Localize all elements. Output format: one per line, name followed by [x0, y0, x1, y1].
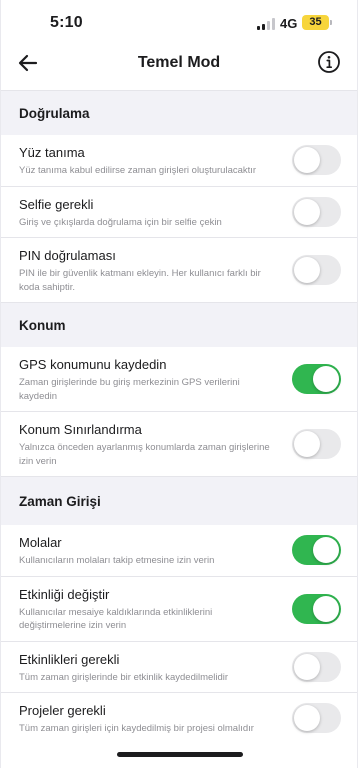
setting-breaks: Molalar Kullanıcıların molaları takip et…	[1, 525, 357, 577]
toggle-knob	[294, 431, 320, 457]
setting-title: Selfie gerekli	[19, 196, 94, 212]
pin-verification-toggle[interactable]	[292, 255, 341, 285]
setting-description: Tüm zaman girişleri için kaydedilmiş bir…	[19, 723, 254, 734]
activities-required-toggle[interactable]	[292, 651, 341, 682]
location-restriction-toggle[interactable]	[292, 429, 341, 459]
setting-location-restriction: Konum Sınırlandırma Yalnızca önceden aya…	[1, 412, 357, 477]
toggle-knob	[294, 653, 320, 680]
selfie-required-toggle[interactable]	[292, 196, 341, 227]
settings-list: Doğrulama Yüz tanıma Yüz tanıma kabul ed…	[1, 91, 357, 744]
setting-title: Projeler gerekli	[19, 703, 106, 718]
setting-change-activity: Etkinliği değiştir Kullanıcılar mesaiye …	[1, 576, 357, 642]
setting-description: Zaman girişlerinde bu giriş merkezinin G…	[19, 377, 240, 402]
setting-description: Yüz tanıma kabul edilirse zaman girişler…	[19, 165, 257, 176]
network-type: 4G	[280, 16, 298, 31]
toggle-knob	[294, 198, 320, 225]
toggle-knob	[313, 595, 339, 622]
status-time: 5:10	[50, 14, 83, 31]
setting-description: Kullanıcılar mesaiye kaldıklarında etkin…	[19, 606, 213, 632]
section-header-location: Konum	[1, 303, 357, 347]
setting-activities-required: Etkinlikleri gerekli Tüm zaman girişleri…	[1, 641, 357, 693]
setting-title: Yüz tanıma	[19, 145, 85, 160]
toggle-knob	[294, 257, 320, 283]
setting-projects-required: Projeler gerekli Tüm zaman girişleri içi…	[1, 693, 357, 744]
section-header-time-entry: Zaman Girişi	[1, 477, 357, 525]
setting-title: Etkinliği değiştir	[19, 586, 110, 602]
setting-title: GPS konumunu kaydedin	[19, 357, 167, 372]
setting-face-recognition: Yüz tanıma Yüz tanıma kabul edilirse zam…	[1, 135, 357, 187]
info-circle-icon	[318, 51, 340, 73]
face-recognition-toggle[interactable]	[292, 145, 341, 176]
setting-title: Etkinlikleri gerekli	[19, 651, 120, 667]
setting-description: PIN ile bir güvenlik katmanı ekleyin. He…	[19, 268, 261, 293]
section-header-verification: Doğrulama	[1, 91, 357, 135]
setting-selfie-required: Selfie gerekli Giriş ve çıkışlarda doğru…	[1, 186, 357, 238]
phone-screen: 5:10 4G 35 Temel Mod Doğrulama Yüz tanım…	[0, 0, 358, 768]
toggle-knob	[313, 537, 339, 564]
setting-description: Yalnızca önceden ayarlanmış konumlarda z…	[19, 442, 270, 467]
setting-pin-verification: PIN doğrulaması PIN ile bir güvenlik kat…	[1, 238, 357, 303]
home-indicator[interactable]	[117, 752, 243, 757]
setting-description: Kullanıcıların molaları takip etmesine i…	[19, 555, 215, 566]
signal-icon	[257, 18, 275, 30]
battery-icon: 35	[302, 15, 332, 30]
setting-title: Konum Sınırlandırma	[19, 422, 142, 437]
info-button[interactable]	[317, 50, 341, 74]
toggle-knob	[294, 147, 320, 174]
toggle-knob	[294, 705, 320, 732]
change-activity-toggle[interactable]	[292, 593, 341, 624]
status-bar: 5:10 4G 35	[1, 0, 357, 44]
setting-title: PIN doğrulaması	[19, 248, 116, 263]
nav-bar: Temel Mod	[1, 44, 357, 84]
page-title: Temel Mod	[137, 54, 221, 71]
setting-record-gps: GPS konumunu kaydedin Zaman girişlerinde…	[1, 347, 357, 412]
record-gps-toggle[interactable]	[292, 364, 341, 394]
breaks-toggle[interactable]	[292, 535, 341, 566]
setting-description: Tüm zaman girişlerinde bir etkinlik kayd…	[19, 671, 229, 683]
setting-description: Giriş ve çıkışlarda doğrulama için bir s…	[19, 216, 222, 228]
toggle-knob	[313, 366, 339, 392]
projects-required-toggle[interactable]	[292, 703, 341, 734]
setting-title: Molalar	[19, 535, 62, 550]
